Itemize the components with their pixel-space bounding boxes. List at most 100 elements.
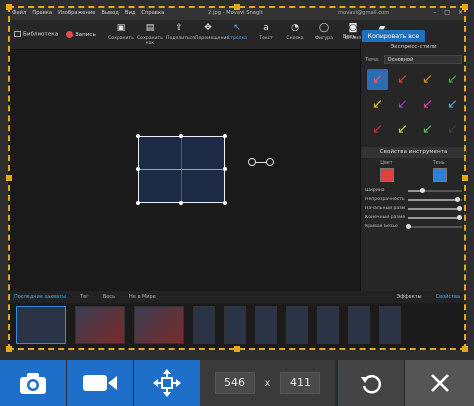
reset-selection-button[interactable] (338, 360, 404, 406)
tool-button[interactable]: ✥ Перемещение (195, 23, 229, 46)
property-sliders: Ширина Непрозрачность Начальный размер Коне… (361, 186, 466, 231)
width-input[interactable]: 546 (214, 372, 255, 394)
arrow-object[interactable] (248, 158, 274, 166)
screenshot-button[interactable] (0, 360, 66, 406)
slider[interactable] (408, 196, 462, 202)
arrow-style-icon[interactable]: ↙ (392, 94, 413, 115)
slider-knob[interactable] (457, 205, 463, 211)
thumbnail[interactable] (379, 306, 401, 344)
shadow-swatch[interactable] (432, 168, 447, 182)
thumbnail[interactable] (134, 306, 184, 344)
video-record-button[interactable] (67, 360, 133, 406)
share-icon: ⇪ (175, 23, 183, 33)
resize-handle[interactable] (179, 201, 183, 205)
camera-icon (20, 373, 46, 394)
effects-button[interactable]: Эффекты (397, 294, 422, 300)
arrow-style-icon[interactable]: ↙ (367, 119, 388, 140)
maximize-icon[interactable]: □ (444, 9, 450, 16)
arrow-style-icon[interactable]: ↙ (442, 119, 463, 140)
properties-button[interactable]: Свойства (436, 294, 466, 300)
library-button[interactable]: Библиотека (14, 31, 58, 38)
video-camera-icon (83, 375, 117, 391)
shadow-picker[interactable]: Тень (432, 161, 447, 182)
slider[interactable] (408, 214, 463, 220)
arrow-style-icon[interactable]: ↙ (392, 69, 413, 90)
resize-handle[interactable] (136, 167, 140, 171)
move-selection-button[interactable] (134, 360, 200, 406)
recent-captures-tab[interactable]: Последние захваты (14, 294, 66, 300)
slider[interactable] (406, 223, 462, 229)
tool-button[interactable]: ◯ Фигура (311, 23, 337, 46)
thumbnail[interactable] (16, 306, 66, 344)
arrow-style-icon[interactable]: ↙ (417, 69, 438, 90)
thumbnail[interactable] (348, 306, 370, 344)
thumbnail[interactable] (286, 306, 308, 344)
arrow-style-icon[interactable]: ↙ (417, 94, 438, 115)
menu-item[interactable]: Вывод (101, 10, 118, 16)
arrow-style-icon[interactable]: ↙ (417, 119, 438, 140)
tag-filter[interactable]: Тег (80, 294, 89, 300)
slider-label: Начальный размер (365, 206, 405, 211)
captured-editor-window: Файл Правка Изображение Вывод Вид Справка 2.j… (8, 6, 466, 350)
arrow-end-handle[interactable] (266, 158, 274, 166)
arrow-style-icon[interactable]: ↙ (367, 94, 388, 115)
arrow-icon: ↖ (233, 23, 241, 33)
slider-knob[interactable] (457, 214, 463, 220)
resize-handle[interactable] (223, 134, 227, 138)
tool-label: Стрелка (226, 36, 248, 41)
slider[interactable] (408, 205, 463, 211)
thumbnail[interactable] (224, 306, 246, 344)
slider-label: Конечный размер (365, 215, 405, 220)
resize-handle[interactable] (136, 201, 140, 205)
color-picker[interactable]: Цвет (380, 161, 395, 182)
record-button[interactable]: Запись (66, 31, 96, 38)
resize-handle[interactable] (223, 201, 227, 205)
slider-knob[interactable] (454, 196, 460, 202)
arrow-style-grid: ↙ ↙ ↙ ↙ ↙ ↙ ↙ ↙ ↙ ↙ ↙ ↙ (361, 66, 466, 143)
library-icon (14, 31, 21, 38)
menu-bar: Файл Правка Изображение Вывод Вид Справка (12, 10, 164, 16)
theme-select[interactable]: Основной (383, 55, 462, 64)
arrow-style-icon[interactable]: ↙ (367, 69, 388, 90)
cancel-capture-button[interactable] (405, 360, 474, 406)
color-swatch[interactable] (380, 168, 395, 182)
arrow-style-icon[interactable]: ↙ (392, 119, 413, 140)
tool-button[interactable]: ◔ Сноска (282, 23, 308, 46)
color-label: Цвет (380, 161, 393, 166)
capture-dimensions: 546 x 411 (200, 360, 335, 406)
resize-handle[interactable] (179, 134, 183, 138)
thumbnail[interactable] (75, 306, 125, 344)
tool-label: Сохранить (108, 36, 134, 41)
height-input[interactable]: 411 (280, 372, 321, 394)
menu-item[interactable]: Изображение (58, 10, 95, 16)
dimension-separator: x (264, 377, 271, 389)
close-icon[interactable]: × (458, 9, 463, 16)
tool-button[interactable]: ⇪ Поделиться (166, 23, 195, 46)
sort-filter[interactable]: Не в Мире (129, 294, 156, 300)
menu-item[interactable]: Справка (141, 10, 164, 16)
tool-button[interactable]: a Текст (253, 23, 279, 46)
resize-handle[interactable] (223, 167, 227, 171)
type-filter[interactable]: Весь (103, 294, 115, 300)
slider-knob[interactable] (406, 223, 411, 229)
canvas-image[interactable] (138, 136, 225, 203)
editing-canvas[interactable] (8, 51, 360, 291)
arrow-style-icon[interactable]: ↙ (442, 94, 463, 115)
thumbnail[interactable] (193, 306, 215, 344)
move-icon (153, 369, 181, 397)
resize-handle[interactable] (136, 134, 140, 138)
menu-item[interactable]: Правка (32, 10, 52, 16)
menu-item[interactable]: Вид (125, 10, 136, 16)
minimize-icon[interactable]: – (433, 9, 436, 16)
slider-knob[interactable] (419, 187, 425, 193)
thumbnail[interactable] (317, 306, 339, 344)
arrow-style-icon[interactable]: ↙ (442, 69, 463, 90)
scope-label[interactable]: Весь (343, 34, 356, 40)
thumbnail[interactable] (255, 306, 277, 344)
menu-item[interactable]: Файл (12, 10, 26, 16)
tool-button[interactable]: ▣ Сохранить (108, 23, 134, 46)
theme-label: Тема: (365, 56, 380, 63)
tool-button[interactable]: ↖ Стрелка (224, 23, 250, 46)
tool-button[interactable]: ▤ Сохранить как (137, 23, 163, 46)
slider[interactable] (408, 187, 462, 193)
